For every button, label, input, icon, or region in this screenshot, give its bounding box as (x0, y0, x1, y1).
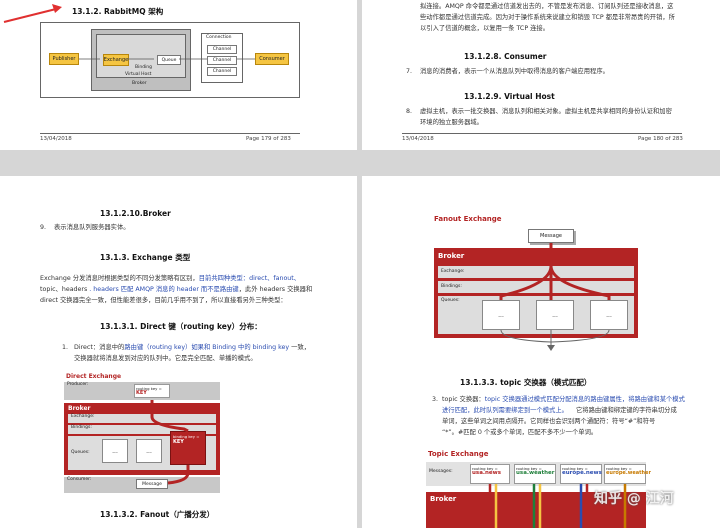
list-number: 8. (406, 108, 413, 115)
list-item-text: 它将路由键和绑定键的字符串切分成 (576, 407, 677, 414)
paragraph-line: direct 交换器完全一致，但性能差很多，目前几乎用不到了，所以直接看另外三种… (40, 297, 287, 304)
list-item-text: 交换器就将消息发到对应的队列中。它是完全匹配、单播的模式。 (74, 355, 257, 362)
paragraph-text: Exchange 分发消息时根据类型的不同分发策略有区别， (40, 275, 199, 282)
list-number: 7. (406, 68, 413, 75)
paragraph-text: Direct：消息中的 (74, 344, 125, 351)
list-number: 3. (432, 396, 439, 403)
footer-date: 13/04/2018 (40, 136, 72, 142)
document-page-179: 13.1.2. RabbitMQ 架构 Publisher Exchange Q… (0, 0, 357, 150)
paragraph-text: topic、headers (40, 286, 90, 293)
list-number: 9. (40, 224, 47, 231)
footer-rule (40, 133, 300, 134)
paragraph-text: topic 交换器： (442, 396, 485, 403)
red-arrow-annotation (3, 4, 62, 23)
paragraph-line: 些动作都是通过信道完成。因为对于操作系统来说建立和销毁 TCP 都是非常昂贵的开… (420, 14, 675, 21)
paragraph-line: Exchange 分发消息时根据类型的不同分发策略有区别，目前共四种类型：dir… (40, 274, 300, 284)
paragraph-text: ，此外 headers 交换器和 (238, 286, 313, 293)
list-item-text: Direct：消息中的路由键（routing key）如果和 Binding 中… (74, 343, 310, 353)
list-item-text: 进行匹配，此时队列需要绑定到一个模式上。 (442, 407, 568, 414)
paragraph-line: topic、headers . headers 匹配 AMQP 消息的 head… (40, 285, 312, 295)
section-heading-topic: 13.1.3.3. topic 交换器（模式匹配） (460, 378, 592, 387)
direct-exchange-diagram: Direct Exchange Producer: routing key = … (64, 373, 220, 493)
paragraph-highlight: 目前共四种类型：direct、fanout、 (198, 275, 301, 282)
section-heading-consumer: 13.1.2.8. Consumer (464, 52, 547, 61)
list-item-text: 环境的独立服务器域。 (420, 119, 483, 126)
paragraph-line: 以引入了信道的概念，以复用一条 TCP 连接。 (420, 25, 550, 32)
paragraph-highlight: topic 交换器通过模式匹配分配消息的路由键属性，将路由键和某个模式 (484, 396, 685, 403)
footer-rule (402, 133, 682, 134)
direct-route-arrow (150, 400, 190, 485)
paragraph-text: 一致， (289, 344, 311, 351)
architecture-arrows (79, 58, 255, 60)
architecture-diagram: Publisher Exchange Queue Binding Virtual… (40, 22, 300, 98)
fanout-diagram-title: Fanout Exchange (434, 215, 502, 223)
watermark: 知乎 @ 江河 (594, 491, 674, 507)
section-heading-virtual-host: 13.1.2.9. Virtual Host (464, 92, 555, 101)
list-item-text: 虚拟主机，表示一批交换器、消息队列和相关对象。虚拟主机是共享相同的身份认证和加密 (420, 108, 672, 115)
paragraph-highlight: 路由键（routing key）如果和 Binding 中的 binding k… (124, 344, 290, 351)
document-page-180: 拟连接。AMQP 命令都是通过信道发出去的，不管是发布消息、订阅队列还是接收消息… (362, 0, 720, 150)
document-page-181: 13.1.2.10.Broker 9. 表示消息队列服务器实体。 13.1.3.… (0, 176, 357, 528)
fanout-exchange-diagram: Message Broker Exchange: Bindings: Queue… (434, 226, 638, 352)
footer-page-number: Page 180 of 283 (638, 136, 683, 142)
paragraph-line: 拟连接。AMQP 命令都是通过信道发出去的，不管是发布消息、订阅队列还是接收消息… (420, 3, 674, 10)
footer-date: 13/04/2018 (402, 136, 434, 142)
fanout-route-arrows (499, 243, 611, 351)
section-heading-broker: 13.1.2.10.Broker (100, 209, 171, 218)
section-heading-exchange-types: 13.1.3. Exchange 类型 (100, 253, 191, 262)
section-heading-architecture: 13.1.2. RabbitMQ 架构 (72, 7, 164, 16)
list-item-text: 单词，这些单词之间用点隔开。它同样也会识别两个通配符：符号“#”和符号 (442, 418, 656, 425)
paragraph-highlight: . headers 匹配 AMQP 消息的 header 而不是路由键 (89, 286, 239, 293)
footer-page-number: Page 179 of 283 (246, 136, 291, 142)
list-number: 1. (62, 344, 69, 351)
list-item-text: 表示消息队列服务器实体。 (54, 224, 130, 231)
section-heading-direct: 13.1.3.1. Direct 键（routing key）分布： (100, 322, 262, 331)
section-heading-fanout: 13.1.3.2. Fanout（广播分发） (100, 510, 215, 519)
list-item-text: topic 交换器：topic 交换器通过模式匹配分配消息的路由键属性，将路由键… (442, 395, 685, 405)
list-item-text: “*”。#匹配 0 个或多个单词，匹配不多不少一个单词。 (442, 429, 598, 436)
list-item-text: 消息的消费者，表示一个从消息队列中取得消息的客户端应用程序。 (420, 68, 609, 75)
document-page-182: Fanout Exchange Message Broker Exchange:… (362, 176, 720, 528)
